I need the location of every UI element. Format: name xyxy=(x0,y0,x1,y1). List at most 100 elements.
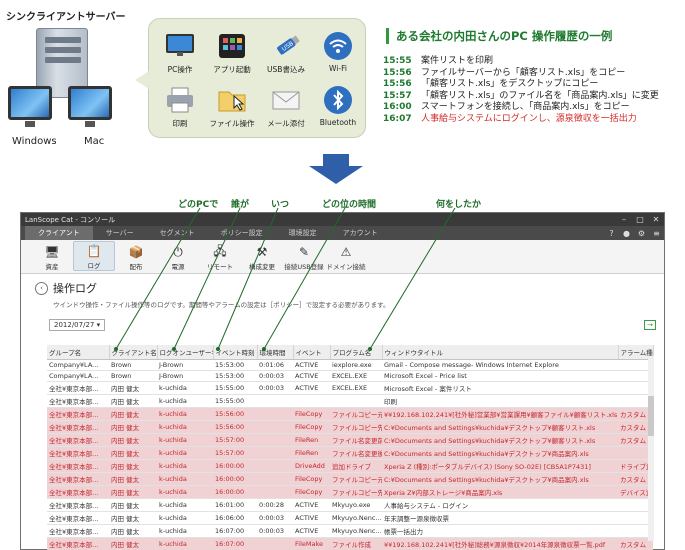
tab-server[interactable]: サーバー xyxy=(93,226,147,240)
usb-register-icon: ✎ xyxy=(298,245,310,259)
tab-environment[interactable]: 環境設定 xyxy=(276,226,330,240)
column-header[interactable]: プログラム名 xyxy=(330,345,383,360)
table-cell: 15:56:00 xyxy=(213,407,257,421)
print-item: 印刷 xyxy=(155,85,205,129)
table-cell: EXCEL.EXE xyxy=(330,370,382,382)
table-cell: 15:56:00 xyxy=(213,420,257,434)
table-row-alert[interactable]: 全社¥東京本部... 内田 健太 k-uchida 15:56:00 FileCopy フ… xyxy=(47,407,653,421)
column-header[interactable]: ウィンドウタイトル xyxy=(382,345,619,360)
tool-assets[interactable]: 🖥 資産 xyxy=(31,243,73,271)
callout-how-long: どの位の時間 xyxy=(322,200,377,210)
table-cell: ACTIVE xyxy=(293,359,330,371)
minimize-icon[interactable]: – xyxy=(616,215,632,224)
table-row[interactable]: 全社¥東京本部... 内田 健太 k-uchida 15:55:00 0:00:03 AC… xyxy=(47,381,653,395)
table-row[interactable]: Company¥LA... Brown J-Brown 15:53:00 0:01:06… xyxy=(47,359,653,371)
column-header[interactable]: グループ名 xyxy=(47,345,110,360)
table-cell: 追加ドライブ xyxy=(330,459,382,473)
table-cell: 内田 健太 xyxy=(109,381,157,395)
tool-remote[interactable]: 🖧 リモート xyxy=(199,243,241,272)
column-header[interactable]: ログオンユーザー名 xyxy=(157,345,214,360)
table-cell: ACTIVE xyxy=(293,524,330,538)
table-row-alert[interactable]: 全社¥東京本部... 内田 健太 k-uchida 16:00:00 DriveAdd 追… xyxy=(47,459,653,473)
table-cell: FileRen xyxy=(293,446,330,460)
table-cell xyxy=(257,537,293,550)
folder-icon xyxy=(215,85,249,115)
close-icon[interactable]: ✕ xyxy=(648,215,664,224)
table-cell: ファイル作成 xyxy=(330,537,382,550)
table-row-alert[interactable]: 全社¥東京本部... 内田 健太 k-uchida 15:57:00 FileRen ファ… xyxy=(47,433,653,447)
tab-policy[interactable]: ポリシー設定 xyxy=(208,226,276,240)
back-button[interactable]: ‹ xyxy=(35,281,48,295)
table-row[interactable]: Company¥LA... Brown J-Brown 15:53:00 0:00:03… xyxy=(47,370,653,382)
column-header[interactable]: 環境時間 xyxy=(257,345,294,360)
operations-panel: PC操作 アプリ起動 USB USB書込み Wi-Fi 印刷 ファイル操作 メー… xyxy=(135,18,366,138)
maximize-icon[interactable]: □ xyxy=(632,215,648,224)
file-operation-item: ファイル操作 xyxy=(207,85,257,129)
table-cell: Mkyuyo.Nenc... xyxy=(330,524,382,538)
table-cell: k-uchida xyxy=(157,524,213,538)
table-row[interactable]: 全社¥東京本部... 内田 健太 k-uchida 16:06:00 0:00:03 AC… xyxy=(47,511,653,525)
table-cell: ACTIVE xyxy=(293,498,330,512)
app-launch-icon xyxy=(215,31,249,61)
table-row-alert[interactable]: 全社¥東京本部... 内田 健太 k-uchida 16:07:00 FileMake フ… xyxy=(47,537,653,550)
table-cell: 内田 健太 xyxy=(109,433,157,447)
config-change-icon: ⚒ xyxy=(256,245,268,259)
user-icon[interactable]: ● xyxy=(619,229,634,238)
table-row[interactable]: 全社¥東京本部... 内田 健太 k-uchida 16:01:00 0:00:28 AC… xyxy=(47,498,653,512)
table-cell: 0:00:28 xyxy=(257,498,293,512)
tab-account[interactable]: アカウント xyxy=(330,226,391,240)
table-cell: Xperia Z¥内部ストレージ¥商品案内.xls xyxy=(382,485,618,499)
date-select[interactable]: 2012/07/27 ▾ xyxy=(49,319,106,331)
table-cell: 内田 健太 xyxy=(109,394,157,408)
table-row[interactable]: 全社¥東京本部... 内田 健太 k-uchida 16:07:00 0:00:03 AC… xyxy=(47,524,653,538)
settings-icon[interactable]: ⚙ xyxy=(634,229,649,238)
table-cell: ACTIVE xyxy=(293,511,330,525)
export-icon[interactable]: → xyxy=(644,320,656,330)
tool-power[interactable]: ⏻ 電源 xyxy=(157,243,199,272)
table-cell: 内田 健太 xyxy=(109,537,157,550)
tool-log[interactable]: 📋 ログ xyxy=(73,241,115,271)
tab-segment[interactable]: セグメント xyxy=(147,226,208,240)
table-cell: J-Brown xyxy=(157,359,213,371)
windows-label: Windows xyxy=(12,136,57,147)
table-cell: 内田 健太 xyxy=(109,524,157,538)
column-header[interactable]: クライアント名 xyxy=(109,345,158,360)
table-row-alert[interactable]: 全社¥東京本部... 内田 健太 k-uchida 15:56:00 FileCopy フ… xyxy=(47,420,653,434)
tool-config-change[interactable]: ⚒ 構成変更 xyxy=(241,243,283,271)
toolbar: 🖥 資産 📋 ログ 📦 配布 ⏻ 電源 🖧 リモート ⚒ 構成変更 ✎ 接続USB登録 ⚠ ドメ… xyxy=(21,240,664,274)
table-cell: 15:57:00 xyxy=(213,433,257,447)
table-cell: Brown xyxy=(109,370,157,382)
tab-client[interactable]: クライアント xyxy=(25,226,93,240)
tool-usb-register[interactable]: ✎ 接続USB登録 xyxy=(283,243,325,271)
table-cell: 全社¥東京本部... xyxy=(47,394,109,408)
table-cell xyxy=(293,394,330,408)
table-row-alert[interactable]: 全社¥東京本部... 内田 健太 k-uchida 16:00:00 FileCopy フ… xyxy=(47,485,653,499)
windows-monitor-icon xyxy=(8,86,52,127)
table-cell: 全社¥東京本部... xyxy=(47,407,109,421)
table-cell xyxy=(330,394,382,408)
table-cell: Microsoft Excel - 案件リスト xyxy=(382,381,618,395)
table-cell xyxy=(257,472,293,486)
table-cell: k-uchida xyxy=(157,485,213,499)
column-header[interactable]: イベント時刻 xyxy=(213,345,258,360)
table-row-alert[interactable]: 全社¥東京本部... 内田 健太 k-uchida 16:00:00 FileCopy フ… xyxy=(47,472,653,486)
table-cell: k-uchida xyxy=(157,511,213,525)
table-cell: 全社¥東京本部... xyxy=(47,511,109,525)
table-cell: FileRen xyxy=(293,433,330,447)
column-header[interactable]: イベント xyxy=(293,345,331,360)
table-row-alert[interactable]: 全社¥東京本部... 内田 健太 k-uchida 15:57:00 FileRen ファ… xyxy=(47,446,653,460)
table-cell: ファイル名変更前 xyxy=(330,433,382,447)
table-cell: 全社¥東京本部... xyxy=(47,381,109,395)
tool-distribute[interactable]: 📦 配布 xyxy=(115,243,157,271)
table-cell: k-uchida xyxy=(157,381,213,395)
help-icon[interactable]: ? xyxy=(604,229,619,238)
scrollbar-thumb[interactable] xyxy=(648,396,654,436)
history-row: 15:56 「顧客リスト.xls」をデスクトップにコピー xyxy=(383,79,599,89)
table-cell: J-Brown xyxy=(157,370,213,382)
menu-icon[interactable]: ≡ xyxy=(649,229,664,238)
table-cell: C:¥Documents and Settings¥kuchida¥デスクトップ… xyxy=(382,446,618,460)
table-scrollbar[interactable] xyxy=(648,356,654,541)
table-row[interactable]: 全社¥東京本部... 内田 健太 k-uchida 15:55:00 印刷 xyxy=(47,394,653,408)
table-cell: 全社¥東京本部... xyxy=(47,420,109,434)
tool-domain-join[interactable]: ⚠ ドメイン接続 xyxy=(325,243,367,271)
